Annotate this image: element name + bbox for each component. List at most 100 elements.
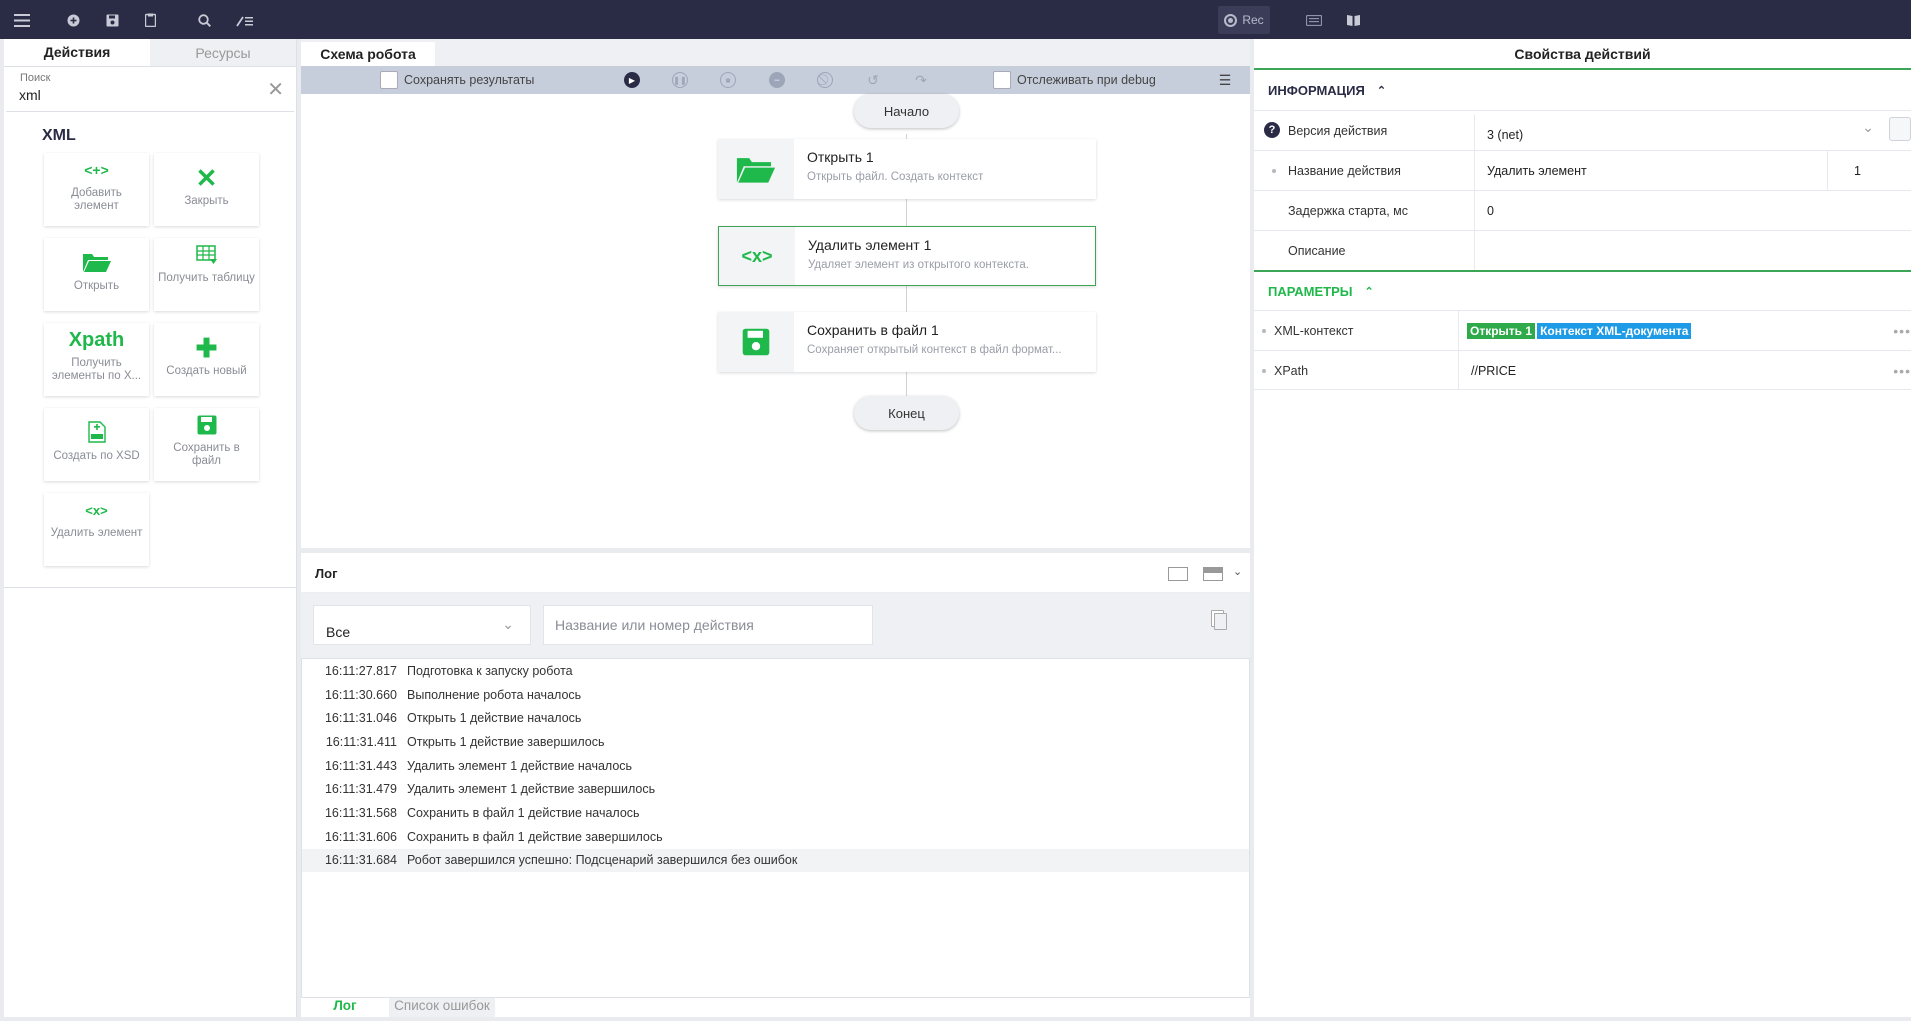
tile-create-new[interactable]: ✚ Создать новый <box>154 323 259 396</box>
tile-add-element[interactable]: <+> Добавить элемент <box>44 153 149 226</box>
action-number-value: 1 <box>1854 163 1861 178</box>
version-value: 3 (net) <box>1487 127 1524 142</box>
log-time: 16:11:31.684 <box>324 853 397 868</box>
log-time: 16:11:31.479 <box>324 782 397 797</box>
params-section-header[interactable]: ПАРАМЕТРЫ ⌃ <box>1254 270 1911 310</box>
tile-label: Создать по XSD <box>53 450 140 462</box>
action-name-search-input[interactable] <box>543 605 873 645</box>
log-list: 16:11:27.817 Подготовка к запуску робота … <box>301 658 1250 998</box>
log-panel: Лог ⌄ Все ⌄ 16:11:27.817 Подготовка к зап… <box>301 553 1250 1017</box>
step-over-icon[interactable]: ↷ <box>913 72 929 88</box>
table-download-icon <box>195 238 218 272</box>
prop-name-row: Название действия Удалить элемент 1 <box>1254 150 1911 190</box>
book-icon[interactable] <box>1342 9 1364 31</box>
layout-bottom-icon[interactable] <box>1168 567 1188 581</box>
log-text: Робот завершился успешно: Подсценарий за… <box>407 853 798 868</box>
start-node[interactable]: Начало <box>854 94 959 128</box>
tile-label: Получить элементы по X... <box>51 357 142 382</box>
log-text: Удалить элемент 1 действие началось <box>407 758 633 773</box>
prop-xpath-row: XPath //PRICE ••• <box>1254 350 1911 390</box>
tile-delete-element[interactable]: <x> Удалить элемент <box>44 493 149 566</box>
search-icon[interactable] <box>193 9 215 31</box>
tab-log[interactable]: Лог <box>301 998 389 1017</box>
tile-label: Удалить элемент <box>50 527 143 539</box>
delete-element-icon: <x> <box>85 502 108 518</box>
record-label: Rec <box>1242 13 1264 27</box>
version-select[interactable]: 3 (net) ⌄ <box>1474 115 1888 154</box>
robot-scheme-panel: Схема робота Сохранять результаты ▶ ❚❚ ■… <box>301 39 1250 548</box>
layout-split-icon[interactable] <box>1203 567 1223 581</box>
menu-icon[interactable] <box>11 9 33 31</box>
delay-field[interactable]: 0 <box>1474 191 1887 230</box>
flow-node-save-to-file[interactable]: Сохранить в файл 1 Сохраняет открытый ко… <box>718 312 1096 372</box>
scheme-canvas: Начало Открыть 1 Открыть файл. Создать к… <box>301 94 1250 548</box>
scheme-tabs: Схема робота <box>301 39 1250 66</box>
tab-error-list[interactable]: Список ошибок <box>389 998 495 1017</box>
info-section-header[interactable]: ИНФОРМАЦИЯ ⌃ <box>1254 70 1911 110</box>
cancel-icon[interactable]: ⃠ <box>817 72 833 88</box>
prop-xml-context-row: XML-контекст Открыть 1 Контекст XML-доку… <box>1254 310 1911 350</box>
prop-label: XPath <box>1274 364 1309 378</box>
chevron-down-icon[interactable]: ⌄ <box>1233 565 1242 578</box>
chevron-up-icon: ⌃ <box>1364 285 1374 298</box>
action-number-field[interactable]: 1 <box>1827 151 1887 190</box>
log-text: Сохранить в файл 1 действие началось <box>407 805 640 820</box>
log-text: Открыть 1 действие началось <box>407 711 582 726</box>
refresh-icon[interactable] <box>1889 117 1911 141</box>
tab-resources[interactable]: Ресурсы <box>150 39 296 66</box>
tile-save-to-file[interactable]: Сохранить в файл <box>154 408 259 481</box>
clear-search-icon[interactable]: ✕ <box>267 77 284 102</box>
description-field[interactable] <box>1474 231 1887 270</box>
tile-get-table[interactable]: Получить таблицу <box>154 238 259 311</box>
settings-sliders-icon[interactable]: ☰ <box>1217 72 1233 88</box>
copy-icon[interactable] <box>1214 613 1227 630</box>
restart-icon[interactable]: ↺ <box>865 72 881 88</box>
log-header: Лог ⌄ <box>301 553 1250 593</box>
tile-create-xsd[interactable]: Создать по XSD <box>44 408 149 481</box>
flow-node-open[interactable]: Открыть 1 Открыть файл. Создать контекст <box>718 139 1096 199</box>
tile-open[interactable]: Открыть <box>44 238 149 311</box>
skip-icon[interactable]: ━ <box>769 72 785 88</box>
clipboard-icon[interactable] <box>139 9 161 31</box>
log-tabs: Лог Список ошибок <box>301 998 495 1017</box>
xml-context-field[interactable]: Открыть 1 Контекст XML-документа <box>1458 311 1878 350</box>
xpath-field[interactable]: //PRICE <box>1458 351 1878 390</box>
add-icon[interactable] <box>62 9 84 31</box>
scheme-toolbar: Сохранять результаты ▶ ❚❚ ■ ━ ⃠ ↺ ↷ Отсл… <box>301 66 1250 94</box>
pause-icon[interactable]: ❚❚ <box>672 72 688 88</box>
bullet <box>1262 329 1266 333</box>
log-level-select[interactable]: Все ⌄ <box>313 605 531 645</box>
more-options-icon[interactable]: ••• <box>1893 323 1911 339</box>
help-icon[interactable]: ? <box>1264 122 1280 138</box>
track-debug-checkbox[interactable] <box>993 71 1011 89</box>
flow-node-delete-element[interactable]: <x> Удалить элемент 1 Удаляет элемент из… <box>718 226 1096 286</box>
search-input[interactable] <box>19 87 259 103</box>
edit-list-icon[interactable] <box>234 9 256 31</box>
log-entry: 16:11:27.817 Подготовка к запуску робота <box>302 659 1249 683</box>
properties-panel: Свойства действий ИНФОРМАЦИЯ ⌃ ? Версия … <box>1254 39 1911 1017</box>
record-button[interactable]: Rec <box>1218 6 1270 34</box>
xml-badge-context: Контекст XML-документа <box>1537 322 1692 339</box>
bullet <box>1262 369 1266 373</box>
tab-robot-scheme[interactable]: Схема робота <box>301 42 435 66</box>
stop-icon[interactable]: ■ <box>720 72 736 88</box>
bullet <box>1272 169 1276 173</box>
more-options-icon[interactable]: ••• <box>1893 363 1911 379</box>
tile-close[interactable]: ✕ Закрыть <box>154 153 259 226</box>
search-box: Поиск ✕ <box>6 67 294 112</box>
log-entry: 16:11:31.046 Открыть 1 действие началось <box>302 706 1249 730</box>
xpath-value: //PRICE <box>1471 363 1517 378</box>
log-entry: 16:11:30.660 Выполнение робота началось <box>302 683 1249 707</box>
save-icon[interactable] <box>101 9 123 31</box>
action-name-field[interactable]: Удалить элемент <box>1474 151 1827 190</box>
end-node[interactable]: Конец <box>854 396 959 430</box>
tab-actions[interactable]: Действия <box>4 39 150 66</box>
play-icon[interactable]: ▶ <box>624 72 640 88</box>
prop-label: XML-контекст <box>1274 324 1354 338</box>
tile-get-elements-xpath[interactable]: Xpath Получить элементы по X... <box>44 323 149 396</box>
node-description: Открыть файл. Создать контекст <box>807 171 984 183</box>
tile-label: Закрыть <box>184 195 229 207</box>
keyboard-icon[interactable] <box>1303 9 1325 31</box>
search-label: Поиск <box>20 72 51 84</box>
save-results-checkbox[interactable] <box>380 71 398 89</box>
